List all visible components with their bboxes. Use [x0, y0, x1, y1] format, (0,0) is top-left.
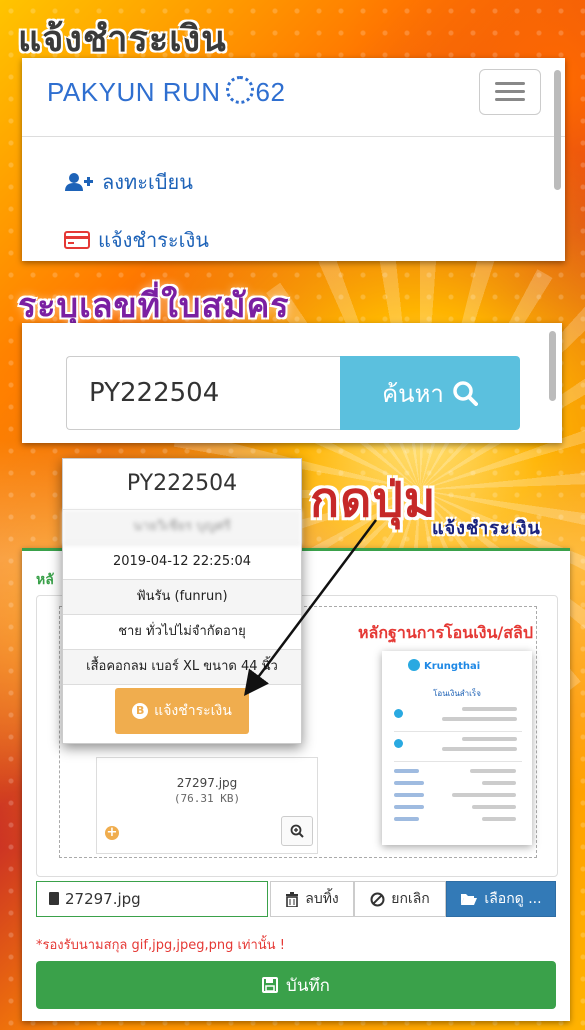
folder-open-icon [461, 894, 478, 905]
remove-file-button[interactable]: ลบทิ้ง [270, 881, 354, 917]
zoom-in-icon [290, 824, 304, 838]
trash-icon [286, 891, 299, 907]
menu-item-register[interactable]: ลงทะเบียน [64, 166, 193, 198]
browse-file-label: เลือกดู ... [484, 891, 542, 907]
thumbnail-filesize: (76.31 KB) [173, 792, 241, 805]
card-category: ชาย ทั่วไปไม่จำกัดอายุ [63, 615, 301, 650]
cancel-upload-button[interactable]: ยกเลิก [354, 881, 446, 917]
search-panel: PY222504 ค้นหา [22, 323, 562, 443]
file-thumbnail-card: 27297.jpg (76.31 KB) + [96, 757, 318, 854]
navbar-panel: PAKYUN RUN 62 ลงทะเบียน แจ้งชำระเงิน [22, 58, 565, 261]
brand-text: PAKYUN RUN [47, 77, 221, 107]
upload-status-icon: + [105, 825, 119, 840]
scrollbar[interactable] [549, 331, 556, 401]
slip-title: โอนเงินสำเร็จ [433, 689, 481, 698]
user-plus-icon [65, 173, 93, 191]
save-button[interactable]: บันทึก [36, 961, 556, 1009]
brand-number: 62 [255, 77, 286, 107]
menu-item-payment-label: แจ้งชำระเงิน [98, 228, 209, 252]
application-detail-card: PY222504 นายวิเชียร บุญศรี 2019-04-12 22… [62, 458, 302, 744]
save-button-label: บันทึก [286, 975, 330, 996]
hamburger-menu-button[interactable] [479, 69, 541, 115]
application-number-input[interactable]: PY222504 [66, 356, 340, 430]
file-icon [49, 892, 59, 905]
spinner-icon [225, 76, 254, 104]
slip-annotation-label: หลักฐานการโอนเงิน/สลิป [358, 623, 533, 642]
cancel-upload-label: ยกเลิก [391, 891, 430, 907]
menu-item-register-label: ลงทะเบียน [102, 170, 193, 194]
selected-file-field[interactable]: 27297.jpg [36, 881, 268, 917]
form-title: หลั [36, 572, 54, 588]
transfer-slip-image: Krungthai โอนเงินสำเร็จ [382, 651, 532, 845]
menu-item-payment[interactable]: แจ้งชำระเงิน [64, 224, 209, 256]
card-event: ฟันรัน (funrun) [63, 580, 301, 615]
bitcoin-icon: B [132, 703, 149, 719]
ban-icon [370, 892, 385, 906]
thumbnail-filename: 27297.jpg [176, 776, 238, 790]
file-type-note: *รองรับนามสกุล gif,jpg,jpeg,png เท่านั้น… [36, 938, 285, 953]
card-shirt: เสื้อคอกลม เบอร์ XL ขนาด 44 นิ้ว [63, 650, 301, 685]
selected-file-name: 27297.jpg [65, 890, 141, 908]
bank-logo: Krungthai [407, 659, 481, 672]
step-heading-press: กดปุ่ม [310, 472, 437, 528]
scrollbar[interactable] [554, 70, 561, 190]
search-button-label: ค้นหา [382, 379, 444, 408]
browse-file-button[interactable]: เลือกดู ... [446, 881, 556, 917]
zoom-button[interactable] [281, 816, 313, 846]
step-heading-press-sub: แจ้งชำระเงิน [432, 518, 541, 539]
notify-payment-label: แจ้งชำระเงิน [154, 703, 232, 719]
navbar: PAKYUN RUN 62 [22, 58, 565, 137]
credit-card-icon [64, 231, 90, 249]
search-button[interactable]: ค้นหา [340, 356, 520, 430]
search-icon [453, 381, 478, 406]
remove-file-label: ลบทิ้ง [305, 891, 339, 907]
notify-payment-button[interactable]: B แจ้งชำระเงิน [115, 688, 249, 734]
card-application-number: PY222504 [63, 459, 301, 510]
save-icon [262, 977, 279, 993]
card-applicant-name: นายวิเชียร บุญศรี [63, 510, 301, 545]
card-datetime: 2019-04-12 22:25:04 [63, 545, 301, 580]
brand-logo[interactable]: PAKYUN RUN 62 [47, 76, 285, 108]
